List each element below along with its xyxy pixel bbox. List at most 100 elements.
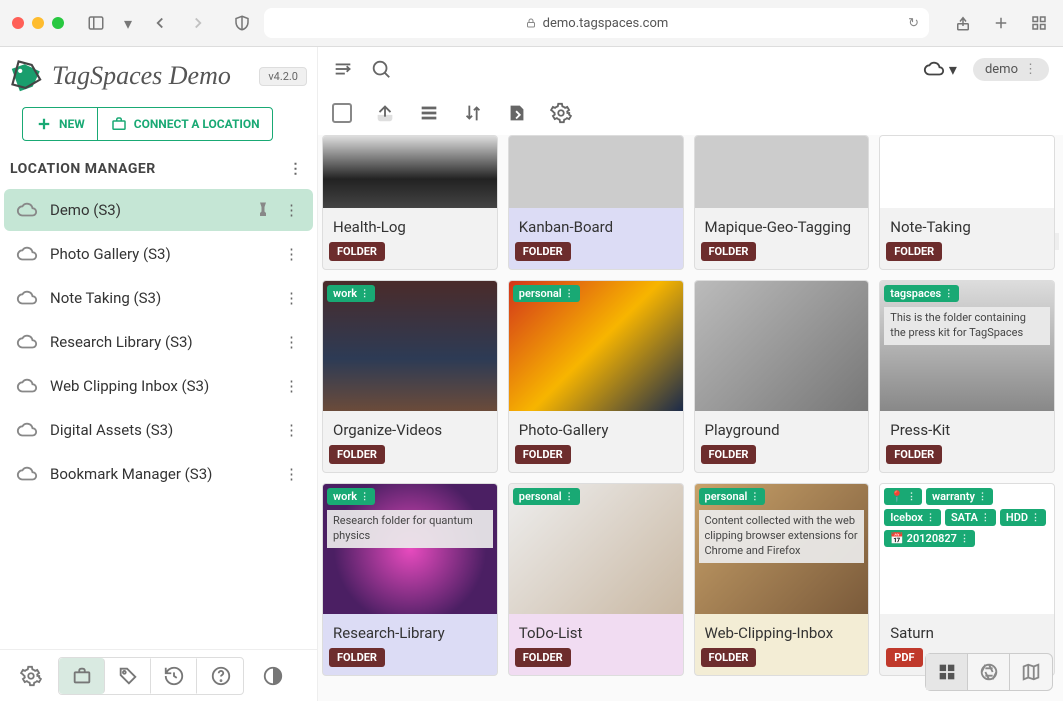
forward-icon[interactable] bbox=[186, 11, 210, 35]
card-description: This is the folder containing the press … bbox=[884, 307, 1050, 345]
app-logo-icon bbox=[10, 59, 44, 93]
folder-card[interactable]: personal⋮ ToDo-List FOLDER bbox=[508, 483, 684, 676]
folder-card[interactable]: Mapique-Geo-Tagging FOLDER bbox=[694, 135, 870, 270]
sort-icon[interactable] bbox=[462, 102, 484, 124]
location-label: Digital Assets (S3) bbox=[50, 421, 272, 439]
card-title: Web-Clipping-Inbox bbox=[695, 614, 869, 648]
sidebar-toggle-icon[interactable] bbox=[84, 11, 108, 35]
shield-icon[interactable] bbox=[230, 11, 254, 35]
tag-chip[interactable]: personal⋮ bbox=[699, 488, 766, 505]
card-title: Playground bbox=[695, 411, 869, 445]
select-all-checkbox[interactable] bbox=[332, 103, 352, 123]
help-tab[interactable] bbox=[197, 658, 243, 694]
card-tags: work⋮ bbox=[327, 285, 375, 302]
card-badges: FOLDER bbox=[695, 648, 869, 675]
sidebar-item-location[interactable]: Web Clipping Inbox (S3) ⋮ bbox=[4, 365, 313, 407]
grid-wrap[interactable]: Health-Log FOLDER Kanban-Board FOLDER Ma… bbox=[318, 135, 1063, 701]
card-tags: 📍⋮warranty⋮ Icebox⋮SATA⋮HDD⋮ 📅 20120827⋮ bbox=[884, 488, 1050, 547]
folder-card[interactable]: personal⋮ Content collected with the web… bbox=[694, 483, 870, 676]
folder-card[interactable]: 📍⋮warranty⋮ Icebox⋮SATA⋮HDD⋮ 📅 20120827⋮ S… bbox=[879, 483, 1055, 676]
folder-card[interactable]: work⋮ Research folder for quantum physic… bbox=[322, 483, 498, 676]
chevron-down-icon[interactable]: ▾ bbox=[122, 11, 134, 35]
sidebar-item-location[interactable]: Digital Assets (S3) ⋮ bbox=[4, 409, 313, 451]
more-vertical-icon[interactable]: ⋮ bbox=[284, 333, 299, 351]
refresh-icon[interactable]: ↻ bbox=[908, 16, 919, 31]
more-vertical-icon[interactable]: ⋮ bbox=[284, 289, 299, 307]
cloud-icon bbox=[16, 463, 38, 485]
cloud-account-button[interactable]: ▾ bbox=[923, 58, 957, 80]
card-description: Content collected with the web clipping … bbox=[699, 510, 865, 563]
tag-chip[interactable]: SATA⋮ bbox=[945, 509, 996, 526]
more-vertical-icon[interactable]: ⋮ bbox=[289, 161, 304, 177]
sidebar-item-location[interactable]: Note Taking (S3) ⋮ bbox=[4, 277, 313, 319]
list-view-icon[interactable] bbox=[418, 102, 440, 124]
flashlight-icon[interactable] bbox=[254, 201, 272, 219]
type-badge: FOLDER bbox=[701, 648, 757, 667]
tag-chip[interactable]: warranty⋮ bbox=[926, 488, 993, 505]
url-bar[interactable]: demo.tagspaces.com ↻ bbox=[264, 8, 929, 38]
folder-card[interactable]: Health-Log FOLDER bbox=[322, 135, 498, 270]
tag-chip[interactable]: personal⋮ bbox=[513, 488, 580, 505]
sidebar-item-location[interactable]: Research Library (S3) ⋮ bbox=[4, 321, 313, 363]
connect-location-button[interactable]: CONNECT A LOCATION bbox=[97, 107, 273, 141]
card-badges: FOLDER bbox=[509, 242, 683, 269]
plus-icon bbox=[35, 115, 53, 133]
folder-card[interactable]: personal⋮ Photo-Gallery FOLDER bbox=[508, 280, 684, 473]
new-button[interactable]: NEW bbox=[22, 107, 97, 141]
more-vertical-icon[interactable]: ⋮ bbox=[284, 245, 299, 263]
sidebar-item-location[interactable]: Bookmark Manager (S3) ⋮ bbox=[4, 453, 313, 495]
tag-chip[interactable]: 📅 20120827⋮ bbox=[884, 530, 975, 547]
card-thumbnail: 📍⋮warranty⋮ Icebox⋮SATA⋮HDD⋮ 📅 20120827⋮ bbox=[880, 484, 1054, 614]
locations-tab[interactable] bbox=[59, 658, 105, 694]
sidebar-item-location[interactable]: Demo (S3) ⋮ bbox=[4, 189, 313, 231]
folder-card[interactable]: Playground FOLDER bbox=[694, 280, 870, 473]
folder-card[interactable]: Note-Taking FOLDER bbox=[879, 135, 1055, 270]
search-icon[interactable] bbox=[370, 58, 392, 80]
user-label: demo bbox=[985, 62, 1018, 77]
up-folder-icon[interactable] bbox=[374, 102, 396, 124]
cloud-icon bbox=[16, 199, 38, 221]
card-thumbnail: personal⋮ bbox=[509, 484, 683, 614]
more-vertical-icon[interactable]: ⋮ bbox=[284, 201, 299, 219]
map-view-button[interactable] bbox=[1010, 654, 1052, 690]
card-thumbnail bbox=[880, 136, 1054, 208]
sidebar-item-location[interactable]: Photo Gallery (S3) ⋮ bbox=[4, 233, 313, 275]
folder-card[interactable]: work⋮ Organize-Videos FOLDER bbox=[322, 280, 498, 473]
more-vertical-icon[interactable]: ⋮ bbox=[284, 465, 299, 483]
settings-button[interactable] bbox=[8, 658, 54, 694]
maximize-window-icon[interactable] bbox=[52, 17, 64, 29]
export-icon[interactable] bbox=[506, 102, 528, 124]
user-pill[interactable]: demo ⋮ bbox=[973, 58, 1049, 81]
tag-chip[interactable]: work⋮ bbox=[327, 488, 375, 505]
aperture-view-button[interactable] bbox=[968, 654, 1010, 690]
tag-chip[interactable]: work⋮ bbox=[327, 285, 375, 302]
folder-card[interactable]: tagspaces⋮ This is the folder containing… bbox=[879, 280, 1055, 473]
folder-card[interactable]: Kanban-Board FOLDER bbox=[508, 135, 684, 270]
tags-tab[interactable] bbox=[105, 658, 151, 694]
collapse-sidebar-icon[interactable] bbox=[332, 58, 354, 80]
grid-view-button[interactable] bbox=[926, 654, 968, 690]
tabs-icon[interactable] bbox=[1027, 11, 1051, 35]
history-tab[interactable] bbox=[151, 658, 197, 694]
back-icon[interactable] bbox=[148, 11, 172, 35]
share-icon[interactable] bbox=[951, 11, 975, 35]
card-thumbnail: personal⋮ bbox=[509, 281, 683, 411]
gear-icon[interactable] bbox=[550, 102, 572, 124]
card-tags: personal⋮ bbox=[513, 285, 580, 302]
card-tags: tagspaces⋮ bbox=[884, 285, 959, 302]
type-badge: FOLDER bbox=[886, 445, 942, 464]
new-tab-icon[interactable] bbox=[989, 11, 1013, 35]
tag-chip[interactable]: personal⋮ bbox=[513, 285, 580, 302]
tag-chip[interactable]: Icebox⋮ bbox=[884, 509, 941, 526]
tag-chip[interactable]: 📍⋮ bbox=[884, 488, 922, 505]
briefcase-icon bbox=[110, 115, 128, 133]
tag-chip[interactable]: HDD⋮ bbox=[1000, 509, 1046, 526]
more-vertical-icon[interactable]: ⋮ bbox=[284, 377, 299, 395]
more-vertical-icon[interactable]: ⋮ bbox=[284, 421, 299, 439]
minimize-window-icon[interactable] bbox=[32, 17, 44, 29]
type-badge: FOLDER bbox=[701, 242, 757, 261]
close-window-icon[interactable] bbox=[12, 17, 24, 29]
theme-toggle[interactable] bbox=[250, 658, 296, 694]
type-badge: FOLDER bbox=[515, 445, 571, 464]
tag-chip[interactable]: tagspaces⋮ bbox=[884, 285, 959, 302]
